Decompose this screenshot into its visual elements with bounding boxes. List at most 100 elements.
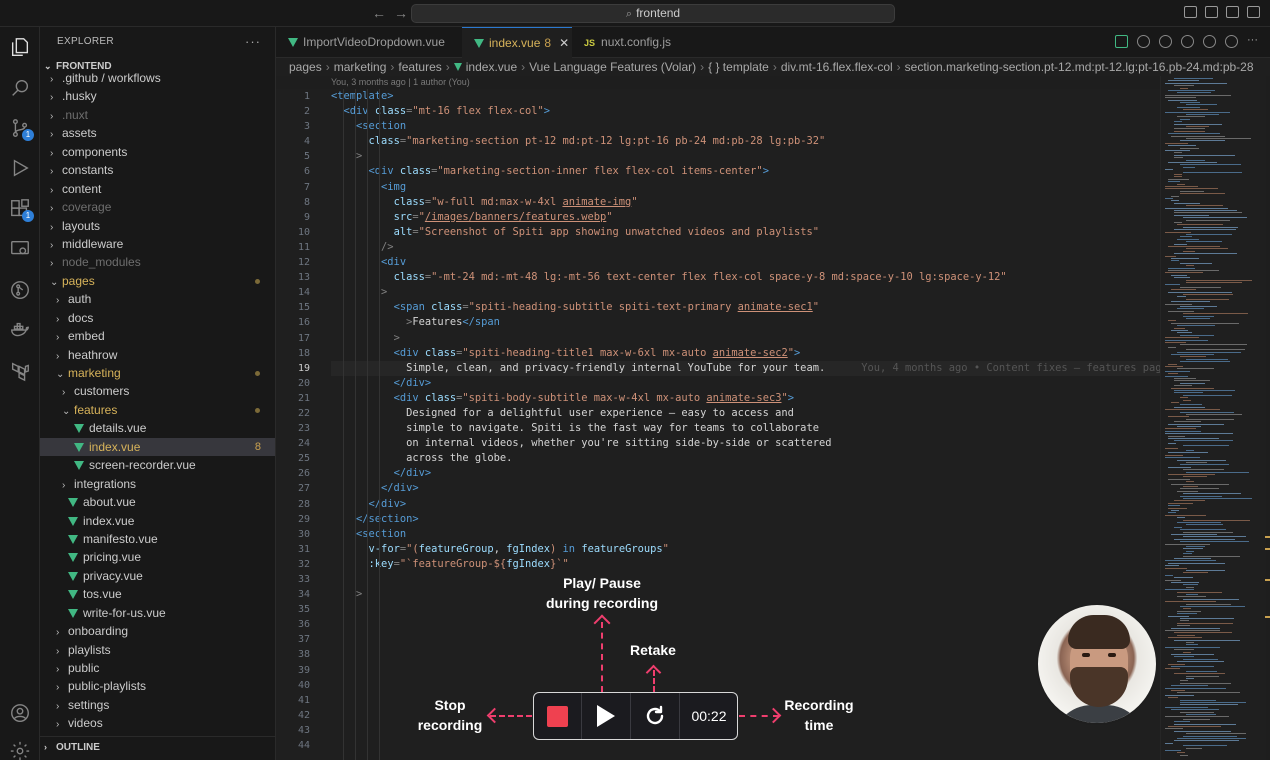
folder-item[interactable]: › content (40, 180, 275, 198)
code-line[interactable] (331, 572, 1160, 587)
folder-item[interactable]: ⌄ features (40, 401, 275, 419)
explorer-icon[interactable] (9, 36, 31, 58)
code-line[interactable]: <div class="spiti-body-subtitle max-w-4x… (331, 391, 1160, 406)
open-changes-icon[interactable] (1137, 35, 1150, 48)
code-line[interactable] (331, 632, 1160, 647)
folder-item[interactable]: › .nuxt (40, 106, 275, 124)
toggle-secondary-sidebar-icon[interactable] (1226, 6, 1239, 18)
search-icon[interactable] (9, 77, 31, 99)
breadcrumb-item[interactable]: Vue Language Features (Volar) (529, 60, 696, 74)
code-line[interactable]: class="w-full md:max-w-4xl animate-img" (331, 195, 1160, 210)
code-line[interactable] (331, 617, 1160, 632)
code-line[interactable] (331, 678, 1160, 693)
minimap[interactable] (1160, 76, 1266, 760)
code-line[interactable]: src="/images/banners/features.webp" (331, 210, 1160, 225)
folder-item[interactable]: › .husky (40, 87, 275, 105)
folder-item[interactable]: › embed (40, 327, 275, 345)
back-arrow-icon[interactable]: ← (372, 5, 394, 21)
folder-item[interactable]: ⌄ marketing (40, 364, 275, 382)
scrollbar-markers[interactable] (1265, 76, 1270, 760)
nuxt-icon[interactable] (1115, 35, 1128, 48)
file-item[interactable]: privacy.vue (40, 567, 275, 585)
file-item[interactable]: about.vue (40, 493, 275, 511)
file-item[interactable]: index.vue (40, 512, 275, 530)
code-line[interactable]: alt="Screenshot of Spiti app showing unw… (331, 225, 1160, 240)
code-line[interactable]: v-for="(featureGroup, fgIndex) in featur… (331, 542, 1160, 557)
customize-layout-icon[interactable] (1247, 6, 1260, 18)
tab-importvideodropdown[interactable]: ImportVideoDropdown.vue (276, 27, 462, 58)
git-lens-icon[interactable] (1203, 35, 1216, 48)
code-lens-blame[interactable]: You, 3 months ago | 1 author (You) (331, 76, 470, 89)
folder-item[interactable]: › auth (40, 290, 275, 308)
previous-change-icon[interactable] (1159, 35, 1172, 48)
code-line[interactable]: class="-mt-24 md:-mt-48 lg:-mt-56 text-c… (331, 270, 1160, 285)
code-line[interactable]: Simple, clean, and privacy-friendly inte… (331, 360, 1160, 376)
code-line[interactable]: <div class="marketing-section-inner flex… (331, 164, 1160, 179)
code-line[interactable]: > (331, 331, 1160, 346)
docker-icon[interactable] (9, 319, 31, 341)
folder-item[interactable]: › constants (40, 161, 275, 179)
file-item[interactable]: write-for-us.vue (40, 604, 275, 622)
file-item[interactable]: index.vue 8 (40, 437, 275, 457)
nav-arrows[interactable]: ←→ (372, 5, 416, 21)
folder-item[interactable]: › videos (40, 714, 275, 732)
code-line[interactable]: </div> (331, 481, 1160, 496)
folder-item[interactable]: › public (40, 659, 275, 677)
folder-item[interactable]: › node_modules (40, 253, 275, 271)
file-item[interactable]: tos.vue (40, 585, 275, 603)
more-actions-icon[interactable]: ··· (1247, 35, 1260, 48)
code-line[interactable]: <div class="spiti-heading-title1 max-w-6… (331, 346, 1160, 361)
terraform-icon[interactable] (9, 360, 31, 382)
outline-section[interactable]: › OUTLINE (40, 736, 275, 756)
code-line[interactable]: > (331, 285, 1160, 300)
code-line[interactable]: </div> (331, 466, 1160, 481)
breadcrumb-item[interactable]: index.vue (466, 60, 517, 74)
code-line[interactable]: <span class="spiti-heading-subtitle spit… (331, 300, 1160, 315)
code-line[interactable]: <div class="mt-16 flex flex-col"> (331, 104, 1160, 119)
toggle-panel-icon[interactable] (1205, 6, 1218, 18)
code-line[interactable]: :key="`featureGroup-${fgIndex}`" (331, 557, 1160, 572)
split-editor-icon[interactable] (1225, 35, 1238, 48)
close-icon[interactable]: ✕ (559, 36, 569, 50)
play-pause-button[interactable] (582, 693, 631, 739)
code-line[interactable]: <div (331, 255, 1160, 270)
file-item[interactable]: manifesto.vue (40, 530, 275, 548)
code-line[interactable]: > (331, 587, 1160, 602)
code-line[interactable]: >Features</span (331, 315, 1160, 330)
code-line[interactable]: Designed for a delightful user experienc… (331, 406, 1160, 421)
code-editor[interactable]: 1 2 3 4 5 6 7 8 9 10 11 12 13 14 15 16 17 18 19 20 21 22 23 24 2… (276, 89, 1160, 760)
command-center-search[interactable]: ⌕ frontend (411, 4, 895, 23)
folder-item[interactable]: › playlists (40, 641, 275, 659)
tab-index-vue[interactable]: index.vue 8 ✕ (462, 27, 572, 58)
code-line[interactable]: on internal videos, whether you're sitti… (331, 436, 1160, 451)
account-icon[interactable] (9, 702, 31, 724)
breadcrumb-item[interactable]: pages (289, 60, 322, 74)
folder-item[interactable]: › .github / workflows (40, 69, 275, 87)
code-line[interactable]: across the globe. (331, 451, 1160, 466)
folder-item[interactable]: › assets (40, 124, 275, 142)
folder-item[interactable]: › docs (40, 309, 275, 327)
next-change-icon[interactable] (1181, 35, 1194, 48)
code-line[interactable] (331, 738, 1160, 753)
code-line[interactable]: /> (331, 240, 1160, 255)
folder-item[interactable]: › middleware (40, 235, 275, 253)
code-line[interactable]: </div> (331, 376, 1160, 391)
folder-item[interactable]: › coverage (40, 198, 275, 216)
breadcrumb-item[interactable]: section.marketing-section.pt-12.md:pt-12… (905, 60, 1254, 74)
code-line[interactable]: <img (331, 180, 1160, 195)
git-graph-icon[interactable] (9, 279, 31, 301)
file-item[interactable]: pricing.vue (40, 548, 275, 566)
run-debug-icon[interactable] (9, 157, 31, 179)
code-line[interactable]: <section (331, 527, 1160, 542)
stop-recording-button[interactable] (534, 693, 582, 739)
folder-item[interactable]: ⌄ pages (40, 272, 275, 290)
folder-item[interactable]: › customers (40, 382, 275, 400)
folder-item[interactable]: › settings (40, 696, 275, 714)
more-actions-icon[interactable]: ··· (245, 27, 261, 57)
extensions-icon[interactable]: 1 (9, 198, 34, 222)
code-line[interactable]: <section (331, 119, 1160, 134)
breadcrumb-item[interactable]: div.mt-16.flex.flex-col (781, 60, 893, 74)
retake-button[interactable] (631, 693, 680, 739)
file-item[interactable]: screen-recorder.vue (40, 456, 275, 474)
settings-gear-icon[interactable] (9, 740, 31, 760)
